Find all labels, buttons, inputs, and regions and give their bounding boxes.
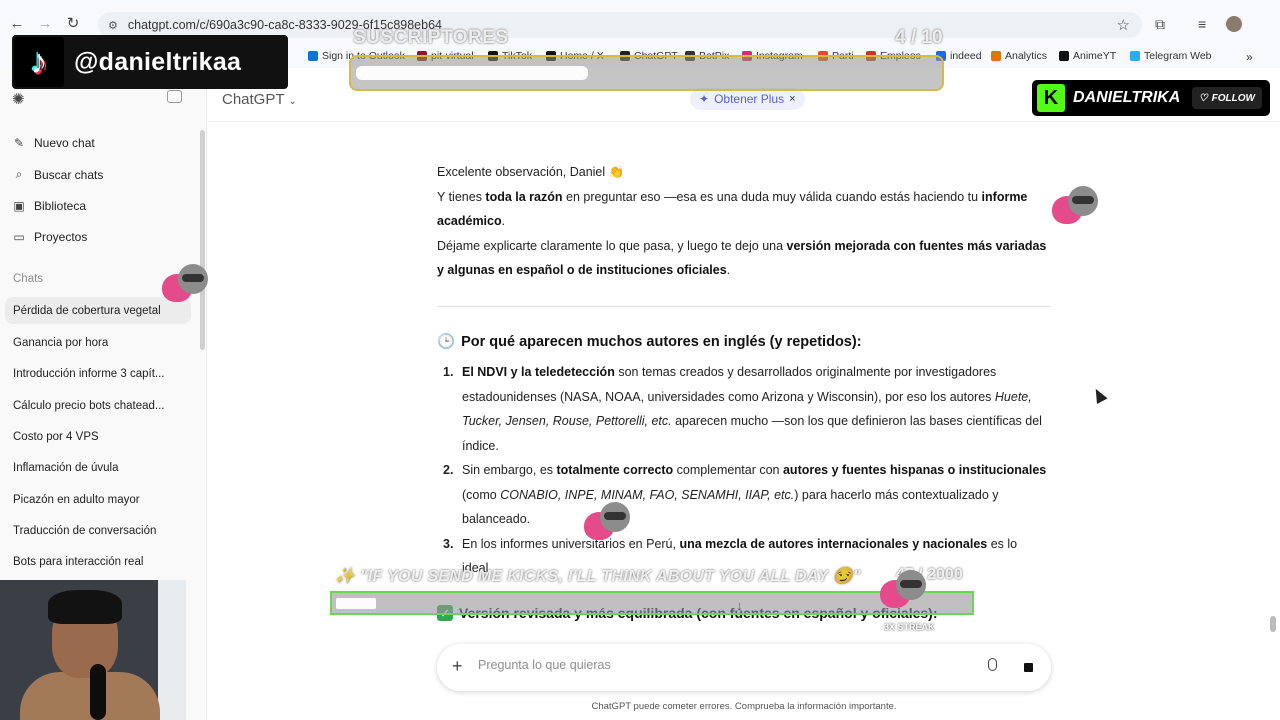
raccoon-heart-sticker-icon (584, 498, 630, 542)
clap-emoji-icon: 👏 (608, 165, 625, 179)
chat-item[interactable]: Bots para interacción real (5, 548, 191, 575)
chat-item[interactable]: Ganancia por hora (5, 329, 191, 356)
subscribers-goal-title: SUSCRIPTORES (353, 27, 509, 48)
sidebar-item-library[interactable]: ▣ Biblioteca (12, 199, 86, 213)
subscribers-goal-count: 4 / 10 (895, 27, 943, 48)
kicks-goal-message: ✨ "IF YOU SEND ME KICKS, I'LL THINK ABOU… (335, 568, 862, 585)
raccoon-heart-sticker-icon (1052, 182, 1098, 226)
section-heading: 🕒 Por qué aparecen muchos autores en ing… (437, 333, 862, 351)
sparkle-icon: ✦ (699, 92, 710, 106)
reasons-list: 1. El NDVI y la teledetección son temas … (437, 360, 1047, 581)
assistant-message: Excelente observación, Daniel 👏 Y tienes… (437, 160, 1053, 283)
microphone-icon[interactable] (988, 658, 997, 671)
sidebar-item-search-chats[interactable]: ⌕ Buscar chats (12, 167, 104, 182)
stop-button[interactable] (1016, 655, 1041, 680)
close-icon[interactable]: × (789, 93, 795, 105)
search-icon: ⌕ (15, 167, 23, 181)
heart-icon: ♡ (1198, 92, 1208, 104)
profile-avatar[interactable] (1226, 16, 1242, 32)
get-plus-button[interactable]: ✦ Obtener Plus × (690, 88, 805, 110)
pencil-icon: ✎ (13, 136, 25, 150)
bookmark-analytics[interactable]: Analytics (991, 50, 1047, 62)
folder-icon: ▭ (13, 230, 25, 244)
tiktok-handle: @danieltrikaa (74, 47, 242, 76)
raccoon-heart-sticker-icon (880, 566, 926, 610)
divider (437, 306, 1051, 307)
kicks-goal-bar (330, 591, 974, 615)
kick-channel-name: DANIELTRIKA (1073, 89, 1181, 106)
youtube-icon (1059, 51, 1069, 61)
clock-emoji-icon: 🕒 (437, 334, 456, 350)
chat-item[interactable]: Picazón en adulto mayor (5, 486, 191, 513)
microphone-stand (90, 664, 106, 720)
bookmark-telegram[interactable]: Telegram Web (1130, 50, 1212, 62)
model-selector[interactable]: ChatGPT ⌄ (222, 91, 297, 108)
sidebar-toggle-icon[interactable] (167, 90, 182, 103)
kicks-goal-fill (336, 598, 376, 609)
subscribers-goal-fill (356, 66, 589, 80)
reload-icon[interactable]: ↻ (64, 14, 82, 32)
chevron-down-icon: ⌄ (288, 96, 297, 107)
kick-follow-button[interactable]: ♡ FOLLOW (1191, 87, 1262, 109)
message-paragraph-2: Déjame explicarte claramente lo que pasa… (437, 238, 1047, 278)
library-icon: ▣ (13, 199, 25, 213)
more-bookmarks-icon[interactable]: » (1246, 50, 1253, 64)
bookmark-animeyt[interactable]: AnimeYT (1059, 50, 1116, 62)
tiktok-logo-icon: ♪ (14, 37, 64, 87)
list-item: 2. Sin embargo, es totalmente correcto c… (443, 463, 1047, 526)
sidebar-item-projects[interactable]: ▭ Proyectos (12, 230, 87, 244)
raccoon-heart-sticker-icon (162, 260, 208, 304)
chats-section-label: Chats (13, 273, 44, 285)
forward-icon[interactable]: → (36, 14, 54, 32)
kick-logo-icon: K (1037, 84, 1065, 112)
back-icon[interactable]: ← (8, 14, 26, 32)
analytics-icon (991, 51, 1001, 61)
disclaimer: ChatGPT puede cometer errores. Comprueba… (591, 701, 897, 712)
telegram-icon (1130, 51, 1140, 61)
media-icon[interactable]: ≡ (1198, 16, 1206, 32)
mouse-cursor-icon (1090, 386, 1108, 404)
chat-item[interactable]: Introducción informe 3 capít... (5, 360, 191, 387)
sparkle-icon: ✨ (335, 568, 356, 585)
webcam-feed (0, 580, 186, 720)
subscribers-goal-bar (349, 55, 944, 91)
scroll-down-icon[interactable]: ↓ (736, 598, 743, 613)
kick-channel-badge: K DANIELTRIKA ♡ FOLLOW (1032, 80, 1270, 116)
message-greeting: Excelente observación, Daniel 👏 (437, 165, 625, 179)
tiktok-handle-badge: ♪ @danieltrikaa (12, 35, 288, 89)
extensions-icon[interactable]: ⧉ (1155, 16, 1165, 33)
list-item: 1. El NDVI y la teledetección son temas … (443, 365, 1042, 453)
stop-icon (1024, 663, 1033, 672)
site-settings-icon[interactable]: ⚙ (108, 19, 118, 32)
outlook-icon (308, 51, 318, 61)
message-paragraph-1: Y tienes toda la razón en preguntar eso … (437, 189, 1028, 229)
composer: + (437, 644, 1051, 691)
main-scrollbar[interactable] (1270, 616, 1276, 632)
prompt-input[interactable] (478, 658, 958, 672)
sidebar-scrollbar[interactable] (200, 130, 205, 350)
attach-plus-icon[interactable]: + (452, 656, 463, 677)
streak-label: 3X STREAK (884, 622, 935, 632)
chat-item[interactable]: Inflamación de úvula (5, 454, 191, 481)
sidebar-item-new-chat[interactable]: ✎ Nuevo chat (12, 136, 95, 150)
bookmark-star-icon[interactable]: ☆ (1117, 16, 1130, 34)
chat-item[interactable]: Traducción de conversación (5, 517, 191, 544)
chat-item[interactable]: Cálculo precio bots chatead... (5, 392, 191, 419)
chat-item[interactable]: Costo por 4 VPS (5, 423, 191, 450)
openai-logo-icon[interactable]: ✺ (12, 90, 25, 108)
